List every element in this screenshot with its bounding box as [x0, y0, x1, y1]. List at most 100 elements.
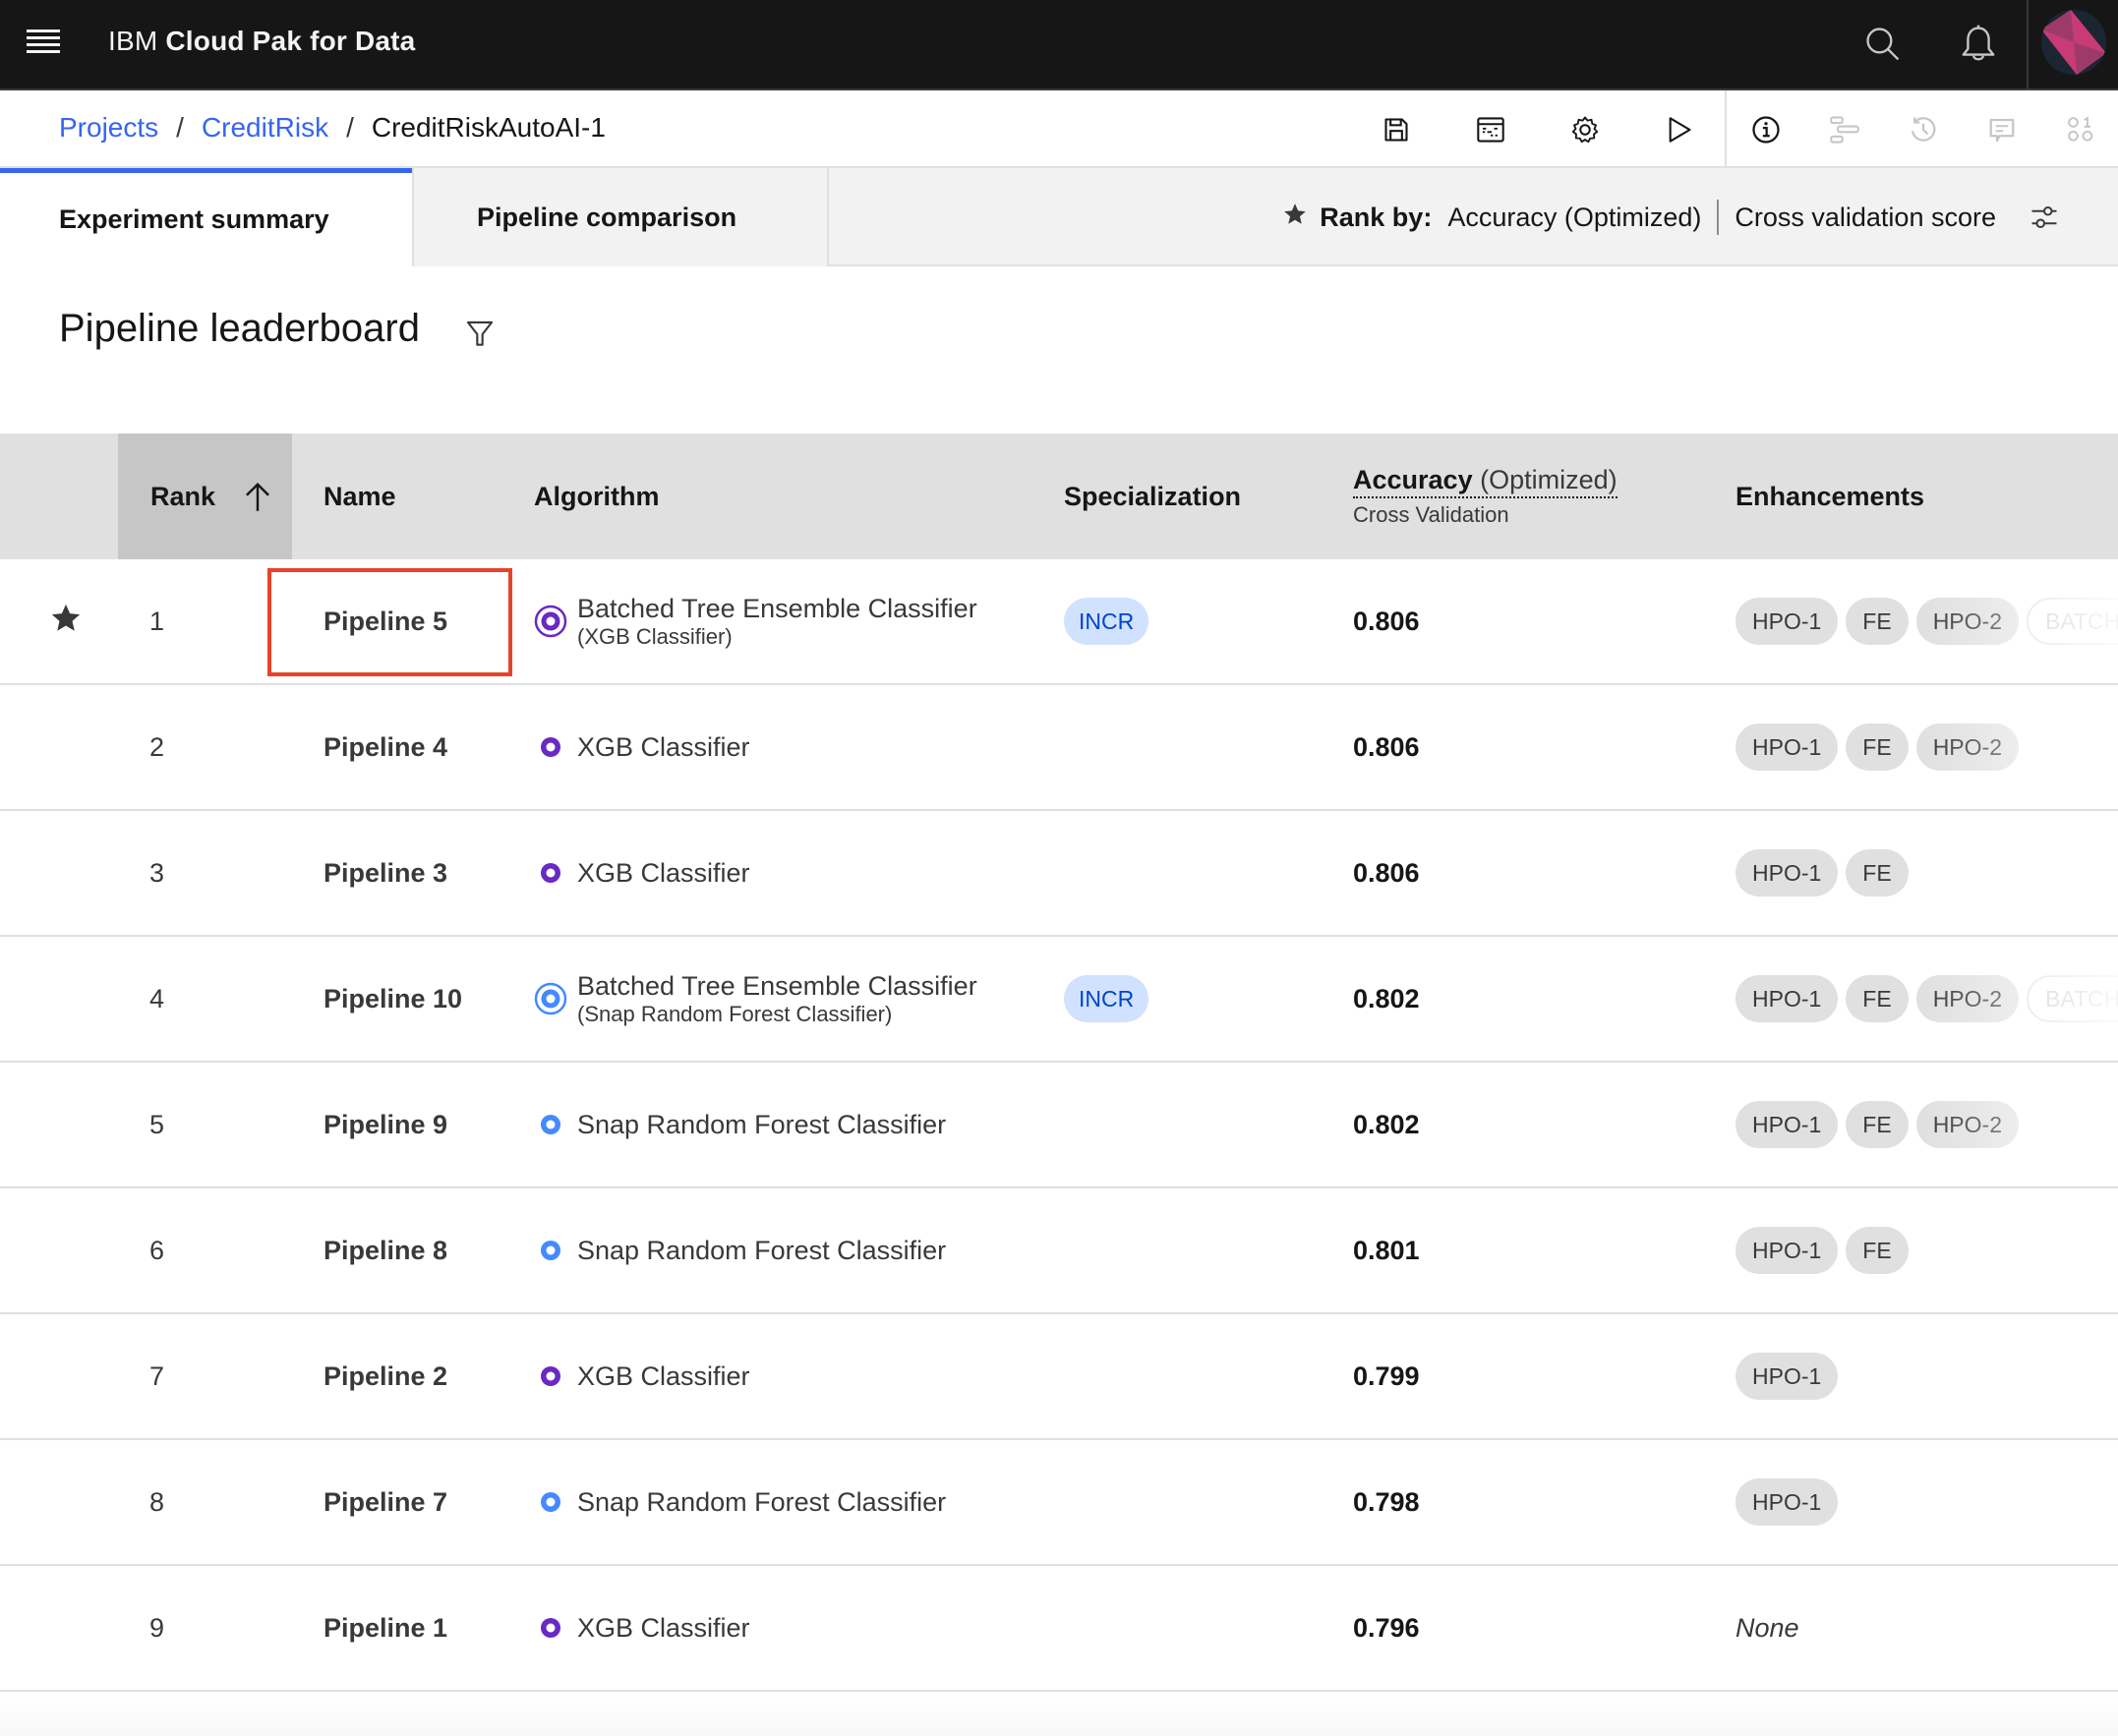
- tab-bar: Experiment summary Pipeline comparison R…: [0, 168, 2118, 266]
- rank-cell: 2: [149, 731, 165, 762]
- tab-experiment-summary[interactable]: Experiment summary: [0, 168, 412, 266]
- data-table-icon[interactable]: [1469, 108, 1512, 151]
- algorithm-name: XGB Classifier: [577, 1612, 750, 1643]
- enhancement-tag: FE: [1846, 598, 1909, 645]
- pipeline-name[interactable]: Pipeline 5: [324, 559, 447, 683]
- pipeline-name[interactable]: Pipeline 3: [324, 811, 447, 935]
- column-header-rank[interactable]: Rank: [118, 434, 292, 559]
- table-body: 1 Pipeline 5 Batched Tree Ensemble Classif…: [0, 559, 2118, 1692]
- algorithm-cell: XGB Classifier: [534, 685, 750, 809]
- table-row[interactable]: 4 Pipeline 10 Batched Tree Ensemble Classi…: [0, 937, 2118, 1063]
- algorithm-name: Snap Random Forest Classifier: [577, 1109, 947, 1139]
- model-icon[interactable]: [2059, 108, 2102, 151]
- enhancement-tags: HPO-1 FE HPO-2: [1736, 723, 2019, 771]
- star-icon: [1282, 202, 1308, 234]
- algorithm-icon: [534, 1113, 567, 1136]
- enhancements-cell: HPO-1 FE: [1736, 811, 2118, 935]
- metric-name: Accuracy: [1353, 465, 1473, 494]
- history-icon[interactable]: [1902, 108, 1945, 151]
- column-header-specialization[interactable]: Specialization: [1064, 434, 1241, 559]
- pipeline-name[interactable]: Pipeline 8: [324, 1188, 447, 1312]
- enhancement-tag: HPO-1: [1736, 1478, 1839, 1526]
- settings-adjust-icon[interactable]: [2030, 203, 2059, 232]
- breadcrumb-separator: /: [346, 112, 354, 143]
- specialization-badge: INCR: [1064, 975, 1149, 1022]
- search-icon[interactable]: [1858, 20, 1908, 69]
- enhancement-tag: FE: [1846, 723, 1909, 771]
- algorithm-cell: Batched Tree Ensemble Classifier (Snap Ra…: [534, 937, 977, 1061]
- pipeline-name[interactable]: Pipeline 4: [324, 685, 447, 809]
- table-row[interactable]: 8 Pipeline 7 Snap Random Forest Classifier…: [0, 1440, 2118, 1566]
- table-row[interactable]: 6 Pipeline 8 Snap Random Forest Classifier…: [0, 1188, 2118, 1314]
- breadcrumb-projects[interactable]: Projects: [59, 112, 158, 144]
- star-cell: [49, 1566, 88, 1690]
- pipeline-name[interactable]: Pipeline 2: [324, 1314, 447, 1438]
- filter-icon[interactable]: [464, 318, 496, 350]
- page-title: Pipeline leaderboard: [59, 307, 420, 350]
- enhancement-tag: BATCH: [2026, 975, 2118, 1022]
- pipeline-name[interactable]: Pipeline 9: [324, 1063, 447, 1186]
- table-row[interactable]: 2 Pipeline 4 XGB Classifier 0.806 HPO-1 FE HPO…: [0, 685, 2118, 811]
- enhancement-tag: HPO-1: [1736, 723, 1839, 771]
- tab-pipeline-comparison[interactable]: Pipeline comparison: [412, 168, 829, 266]
- table-row[interactable]: 3 Pipeline 3 XGB Classifier 0.806 HPO-1 FE: [0, 811, 2118, 937]
- table-row[interactable]: 1 Pipeline 5 Batched Tree Ensemble Classif…: [0, 559, 2118, 685]
- accuracy-value: 0.806: [1353, 606, 1420, 636]
- enhancement-tags: HPO-1 FE HPO-2: [1736, 1101, 2019, 1148]
- settings-icon[interactable]: [1563, 108, 1607, 151]
- star-cell: [49, 1440, 88, 1564]
- enhancements-cell: HPO-1 FE HPO-2: [1736, 685, 2118, 809]
- algorithm-subtitle: (Snap Random Forest Classifier): [577, 1002, 893, 1026]
- information-icon[interactable]: [1744, 108, 1788, 151]
- algorithm-icon: [534, 1616, 567, 1640]
- algorithm-name: Batched Tree Ensemble Classifier: [577, 593, 977, 623]
- rank-cell: 7: [149, 1360, 165, 1391]
- enhancement-tag: HPO-2: [1915, 723, 2019, 771]
- table-row[interactable]: 7 Pipeline 2 XGB Classifier 0.799 HPO-1: [0, 1314, 2118, 1440]
- accuracy-value: 0.806: [1353, 857, 1420, 888]
- menu-icon[interactable]: [27, 29, 60, 57]
- enhancement-tag: HPO-2: [1915, 975, 2019, 1022]
- column-header-accuracy[interactable]: Accuracy (Optimized) Cross Validation: [1353, 434, 1618, 559]
- accuracy-value: 0.806: [1353, 731, 1420, 762]
- rank-by-divider: [1717, 200, 1720, 235]
- notification-icon[interactable]: [1954, 20, 2003, 69]
- table-row[interactable]: 9 Pipeline 1 XGB Classifier 0.796 None: [0, 1566, 2118, 1692]
- column-header-name[interactable]: Name: [324, 434, 396, 559]
- rank-cell: 3: [149, 857, 165, 888]
- sort-ascending-icon[interactable]: [243, 481, 272, 512]
- metric-subtitle: Cross Validation: [1353, 502, 1509, 527]
- top-nav-bar: IBM Cloud Pak for Data: [0, 0, 2118, 90]
- pipeline-name[interactable]: Pipeline 10: [324, 937, 462, 1061]
- breadcrumb-creditrisk[interactable]: CreditRisk: [202, 112, 328, 144]
- accuracy-value: 0.802: [1353, 1109, 1420, 1139]
- pipeline-name[interactable]: Pipeline 7: [324, 1440, 447, 1564]
- star-cell: [49, 685, 88, 809]
- algorithm-icon: [534, 1364, 567, 1388]
- enhancement-tag: HPO-1: [1736, 975, 1839, 1022]
- table-row[interactable]: 5 Pipeline 9 Snap Random Forest Classifier…: [0, 1063, 2118, 1188]
- leaderboard-table: Rank Name Algorithm Specialization Accur…: [0, 434, 2118, 1692]
- specialization-cell: INCR: [1064, 559, 1149, 683]
- enhancement-tag: FE: [1846, 1227, 1909, 1274]
- rank-cell: 1: [149, 606, 165, 636]
- gantt-icon[interactable]: [1823, 108, 1866, 151]
- run-icon[interactable]: [1658, 108, 1701, 151]
- algorithm-icon: [534, 1239, 567, 1262]
- rank-by-metric: Accuracy (Optimized): [1447, 202, 1702, 232]
- enhancements-cell: HPO-1 FE HPO-2 BATCH: [1736, 937, 2118, 1061]
- column-header-enhancements[interactable]: Enhancements: [1736, 434, 1924, 559]
- enhancements-cell: HPO-1: [1736, 1440, 2118, 1564]
- pipeline-name[interactable]: Pipeline 1: [324, 1566, 447, 1690]
- overflow-fade: [1921, 1188, 2118, 1312]
- user-avatar[interactable]: [2041, 10, 2106, 75]
- accuracy-value: 0.802: [1353, 983, 1420, 1013]
- breadcrumb-current: CreditRiskAutoAI-1: [371, 112, 606, 143]
- toolbar-divider: [1725, 90, 1727, 168]
- rank-by: Rank by: Accuracy (Optimized) Cross vali…: [1282, 168, 2059, 266]
- column-header-algorithm[interactable]: Algorithm: [534, 434, 660, 559]
- algorithm-icon: [534, 735, 567, 759]
- comment-icon[interactable]: [1980, 108, 2024, 151]
- save-icon[interactable]: [1375, 108, 1418, 151]
- breadcrumb-separator: /: [176, 112, 184, 143]
